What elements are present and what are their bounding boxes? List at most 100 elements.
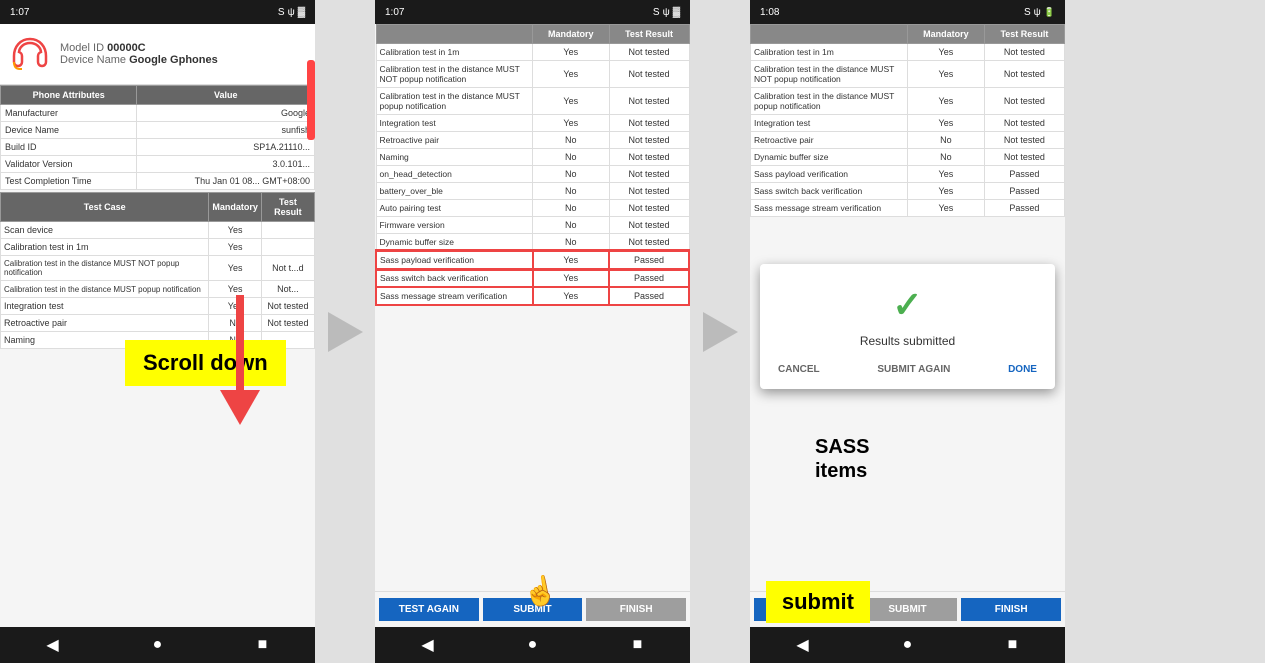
test-name: Calibration test in the distance MUST NO… [751,61,908,88]
model-label: Model ID [60,42,104,54]
home-button[interactable]: ● [898,635,918,655]
phone-screen-3: 1:08 S ψ 🔋 Mandatory Test Result [750,0,1065,663]
mandatory: Yes [908,200,985,217]
back-button[interactable]: ◀ [793,635,813,655]
scroll-annotation: Scroll down [125,340,286,386]
mandatory: No [908,132,985,149]
submit-annotation: submit [766,581,870,623]
test-row: Calibration test in the distance MUST NO… [376,61,689,88]
attr-val: Google [137,105,315,122]
test-row: Integration test Yes Not tested [1,298,315,315]
result-val: Not tested [261,315,314,332]
test-name: Calibration test in the distance MUST NO… [376,61,533,88]
test-again-button-2[interactable]: TEST AGAIN [379,598,479,621]
square-button[interactable]: ■ [253,635,273,655]
test-name: Retroactive pair [751,132,908,149]
statusbar-3: 1:08 S ψ 🔋 [750,0,1065,24]
result: Passed [609,269,689,287]
arrow-2 [690,312,750,352]
cursor-hand-icon: ☝ [520,572,560,611]
mandatory: Yes [533,115,610,132]
result: Not tested [609,44,689,61]
signal-icon: S [1024,7,1031,18]
test-name: Calibration test in the distance MUST po… [376,88,533,115]
sass-row: Sass message stream verification Yes Pas… [376,287,689,305]
test-row: Calibration test in the distance MUST NO… [751,61,1065,88]
mandatory: Yes [908,61,985,88]
result: Not tested [984,115,1064,132]
finish-button-3[interactable]: FINISH [961,598,1061,621]
back-button[interactable]: ◀ [43,635,63,655]
test-name: battery_over_ble [376,183,533,200]
result: Not tested [609,217,689,234]
modal-result-text: Results submitted [770,334,1045,348]
result: Not tested [984,149,1064,166]
test-name: Sass payload verification [751,166,908,183]
test-name: Sass payload verification [376,251,533,269]
result: Passed [609,287,689,305]
status-icons-1: S ψ ▓ [278,7,305,18]
mandatory: No [533,166,610,183]
square-button[interactable]: ■ [628,635,648,655]
test-row: Sass message stream verification Yes Pas… [751,200,1065,217]
scroll-indicator [307,60,315,140]
mandatory: No [908,149,985,166]
test-row: Dynamic buffer size No Not tested [751,149,1065,166]
test-row: Integration test Yes Not tested [751,115,1065,132]
home-button[interactable]: ● [523,635,543,655]
result: Not tested [609,234,689,252]
right-arrow-icon-2 [703,312,738,352]
test-row: Naming No Not tested [376,149,689,166]
square-button[interactable]: ■ [1003,635,1023,655]
test-table-1: Test Case Mandatory Test Result Scan dev… [0,192,315,349]
test-name: Sass message stream verification [751,200,908,217]
battery-icon: ▓ [298,7,305,18]
back-button[interactable]: ◀ [418,635,438,655]
result: Not tested [609,183,689,200]
attr-name: Build ID [1,139,137,156]
screen1-content: Model ID 00000C Device Name Google Gphon… [0,24,315,627]
red-down-arrow [220,295,260,425]
test-row: Calibration test in 1m Yes [1,239,315,256]
modal-submit-again-button[interactable]: SUBMIT AGAIN [869,360,958,379]
test-name: Calibration test in 1m [751,44,908,61]
attributes-table: Phone Attributes Value Manufacturer Goog… [0,85,315,190]
signal-icon: S [278,7,285,18]
attr-val: SP1A.21110... [137,139,315,156]
mandatory: Yes [533,44,610,61]
home-button[interactable]: ● [148,635,168,655]
test-name: Auto pairing test [376,200,533,217]
attr-row-device-name: Device Name sunfish [1,122,315,139]
result: Not tested [984,61,1064,88]
mandatory: Yes [533,61,610,88]
test-name: Sass message stream verification [376,287,533,305]
finish-button-2[interactable]: FINISH [586,598,686,621]
attr-name: Test Completion Time [1,173,137,190]
attr-row-build-id: Build ID SP1A.21110... [1,139,315,156]
test-name: Dynamic buffer size [751,149,908,166]
modal-done-button[interactable]: DONE [1000,360,1045,379]
mandatory: No [533,217,610,234]
test-name: Naming [376,149,533,166]
mandatory: No [533,132,610,149]
test-row: Firmware version No Not tested [376,217,689,234]
test-row: Retroactive pair No Not tested [751,132,1065,149]
test-name: Calibration test in the distance MUST po… [1,281,209,298]
test-row: Dynamic buffer size No Not tested [376,234,689,252]
test-name: Integration test [751,115,908,132]
signal-icon: S [653,7,660,18]
attr-name: Manufacturer [1,105,137,122]
modal-cancel-button[interactable]: CANCEL [770,360,828,379]
sass-row: Sass switch back verification Yes Passed [376,269,689,287]
status-icons-2: S ψ ▓ [653,7,680,18]
test-list-2[interactable]: Mandatory Test Result Calibration test i… [375,24,690,591]
result-val: Not t...d [261,256,314,281]
mandatory-val: Yes [209,239,262,256]
attr-row-completion: Test Completion Time Thu Jan 01 08... GM… [1,173,315,190]
mandatory: Yes [908,115,985,132]
test-name: on_head_detection [376,166,533,183]
submit-button-3[interactable]: SUBMIT [858,598,958,621]
attr-col-header: Phone Attributes [1,86,137,105]
mandatory: No [533,183,610,200]
battery-icon: ▓ [673,7,680,18]
